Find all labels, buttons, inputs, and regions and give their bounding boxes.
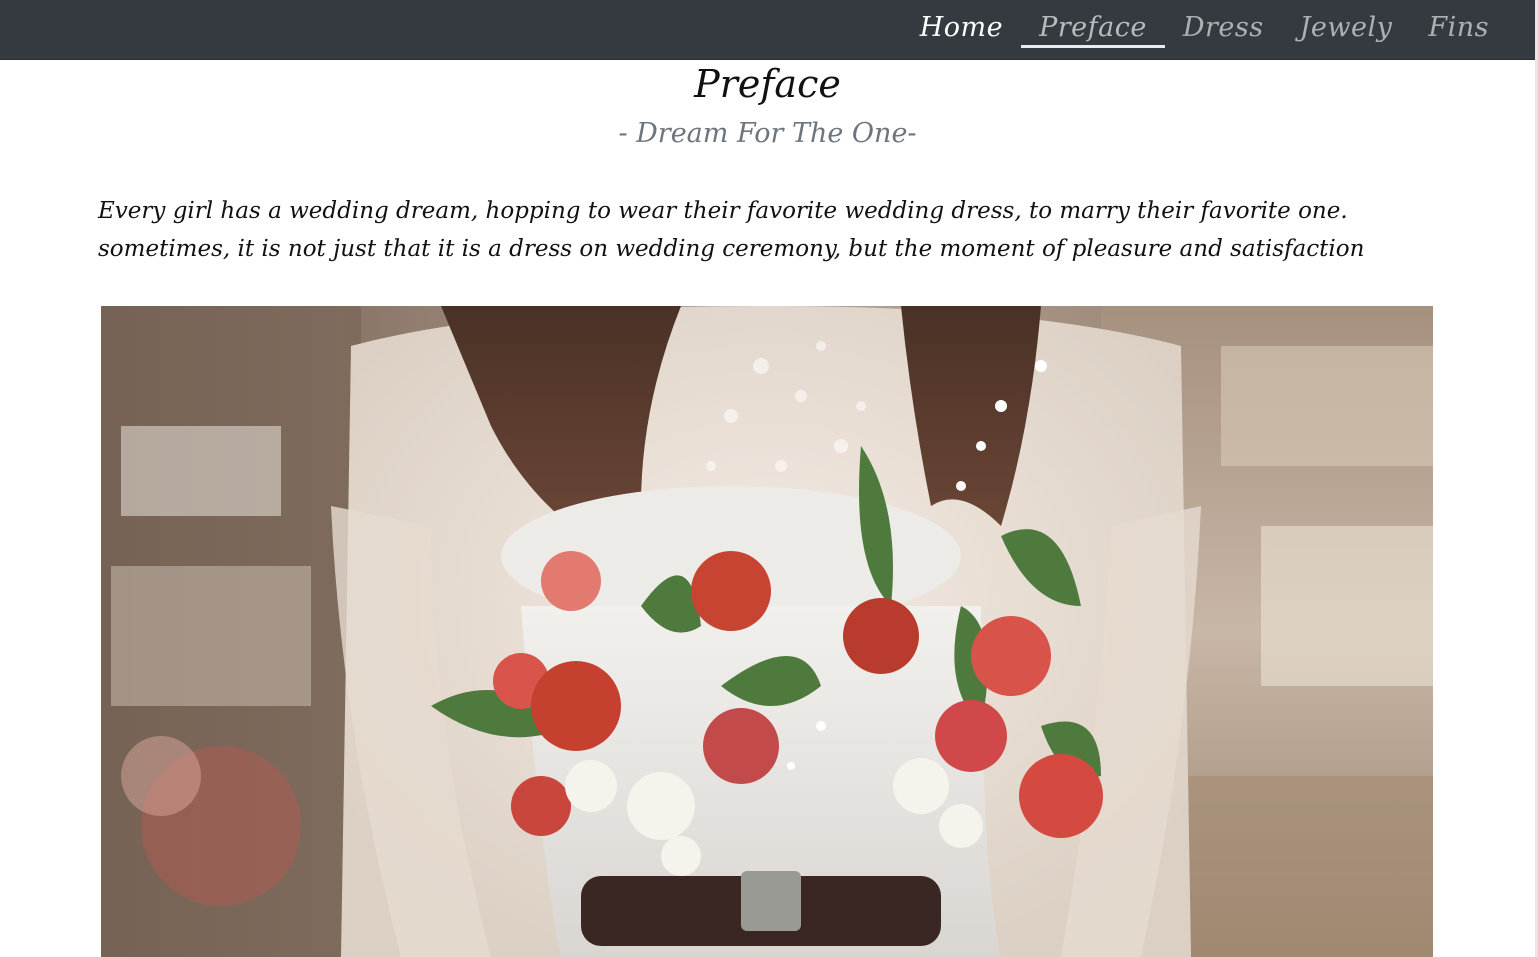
section-title: Preface <box>694 62 841 106</box>
nav-link-preface[interactable]: Preface <box>1021 0 1165 59</box>
nav-link-jewely[interactable]: Jewely <box>1282 0 1411 59</box>
section-body-text: Every girl has a wedding dream, hopping … <box>98 198 1365 262</box>
top-navbar: Home Preface Dress Jewely Fins <box>0 0 1535 60</box>
nav-link-dress[interactable]: Dress <box>1165 0 1282 59</box>
nav-menu: Home Preface Dress Jewely Fins <box>902 0 1507 59</box>
nav-link-fins[interactable]: Fins <box>1410 0 1507 59</box>
nav-link-home[interactable]: Home <box>902 0 1021 59</box>
hero-image <box>101 306 1433 957</box>
section-subtitle: - Dream For The One- <box>618 118 917 149</box>
bouquet-photo <box>101 306 1433 957</box>
